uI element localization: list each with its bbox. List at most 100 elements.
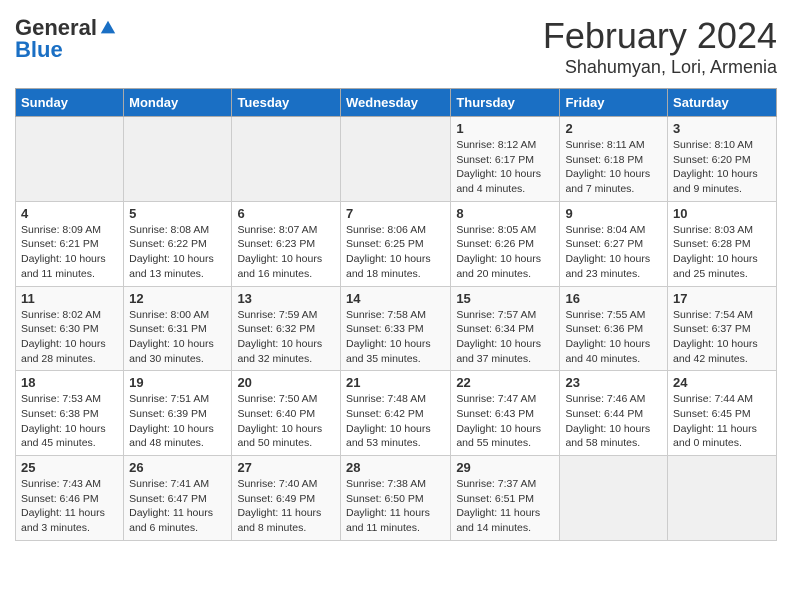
calendar-cell: 23 Sunrise: 7:46 AMSunset: 6:44 PMDayligh… — [560, 371, 668, 456]
day-info: Sunrise: 8:03 AMSunset: 6:28 PMDaylight:… — [673, 223, 771, 282]
calendar-cell: 21 Sunrise: 7:48 AMSunset: 6:42 PMDayligh… — [340, 371, 450, 456]
day-of-week-header: Friday — [560, 89, 668, 117]
calendar-week-row: 4 Sunrise: 8:09 AMSunset: 6:21 PMDaylight… — [16, 201, 777, 286]
day-number: 7 — [346, 206, 445, 221]
calendar-cell: 29 Sunrise: 7:37 AMSunset: 6:51 PMDayligh… — [451, 456, 560, 541]
calendar-cell: 5 Sunrise: 8:08 AMSunset: 6:22 PMDaylight… — [124, 201, 232, 286]
day-number: 29 — [456, 460, 554, 475]
day-info: Sunrise: 7:59 AMSunset: 6:32 PMDaylight:… — [237, 308, 335, 367]
logo-blue-text: Blue — [15, 37, 63, 63]
calendar-cell: 3 Sunrise: 8:10 AMSunset: 6:20 PMDaylight… — [668, 117, 777, 202]
calendar-cell: 11 Sunrise: 8:02 AMSunset: 6:30 PMDayligh… — [16, 286, 124, 371]
title-area: February 2024 Shahumyan, Lori, Armenia — [543, 15, 777, 78]
day-info: Sunrise: 8:09 AMSunset: 6:21 PMDaylight:… — [21, 223, 118, 282]
day-of-week-header: Sunday — [16, 89, 124, 117]
day-of-week-header: Wednesday — [340, 89, 450, 117]
calendar-cell: 8Sunrise: 8:05 AMSunset: 6:26 PMDaylight… — [451, 201, 560, 286]
day-number: 15 — [456, 291, 554, 306]
calendar-week-row: 11 Sunrise: 8:02 AMSunset: 6:30 PMDayligh… — [16, 286, 777, 371]
day-of-week-header: Thursday — [451, 89, 560, 117]
day-number: 9 — [565, 206, 662, 221]
day-info: Sunrise: 7:46 AMSunset: 6:44 PMDaylight:… — [565, 392, 662, 451]
day-info: Sunrise: 8:11 AMSunset: 6:18 PMDaylight:… — [565, 138, 662, 197]
day-number: 24 — [673, 375, 771, 390]
calendar-cell — [560, 456, 668, 541]
logo: General Blue — [15, 15, 117, 63]
day-number: 22 — [456, 375, 554, 390]
day-info: Sunrise: 7:37 AMSunset: 6:51 PMDaylight:… — [456, 477, 554, 536]
calendar-week-row: 1 Sunrise: 8:12 AMSunset: 6:17 PMDaylight… — [16, 117, 777, 202]
day-number: 5 — [129, 206, 226, 221]
day-number: 12 — [129, 291, 226, 306]
day-number: 11 — [21, 291, 118, 306]
day-number: 14 — [346, 291, 445, 306]
day-info: Sunrise: 7:51 AMSunset: 6:39 PMDaylight:… — [129, 392, 226, 451]
calendar-cell: 17 Sunrise: 7:54 AMSunset: 6:37 PMDayligh… — [668, 286, 777, 371]
day-number: 4 — [21, 206, 118, 221]
header: General Blue February 2024 Shahumyan, Lo… — [15, 15, 777, 78]
calendar-cell: 26 Sunrise: 7:41 AMSunset: 6:47 PMDayligh… — [124, 456, 232, 541]
calendar-cell: 13 Sunrise: 7:59 AMSunset: 6:32 PMDayligh… — [232, 286, 341, 371]
day-number: 18 — [21, 375, 118, 390]
day-info: Sunrise: 7:47 AMSunset: 6:43 PMDaylight:… — [456, 392, 554, 451]
day-number: 27 — [237, 460, 335, 475]
calendar-cell — [668, 456, 777, 541]
day-number: 6 — [237, 206, 335, 221]
day-of-week-header: Monday — [124, 89, 232, 117]
calendar-cell: 19 Sunrise: 7:51 AMSunset: 6:39 PMDayligh… — [124, 371, 232, 456]
day-number: 2 — [565, 121, 662, 136]
day-info: Sunrise: 8:10 AMSunset: 6:20 PMDaylight:… — [673, 138, 771, 197]
day-number: 21 — [346, 375, 445, 390]
calendar-cell — [124, 117, 232, 202]
calendar-cell — [340, 117, 450, 202]
day-of-week-header: Saturday — [668, 89, 777, 117]
calendar-cell: 7Sunrise: 8:06 AMSunset: 6:25 PMDaylight… — [340, 201, 450, 286]
day-info: Sunrise: 7:38 AMSunset: 6:50 PMDaylight:… — [346, 477, 445, 536]
calendar-week-row: 18 Sunrise: 7:53 AMSunset: 6:38 PMDayligh… — [16, 371, 777, 456]
calendar-cell: 4 Sunrise: 8:09 AMSunset: 6:21 PMDaylight… — [16, 201, 124, 286]
day-number: 26 — [129, 460, 226, 475]
day-info: Sunrise: 8:00 AMSunset: 6:31 PMDaylight:… — [129, 308, 226, 367]
location-title: Shahumyan, Lori, Armenia — [543, 57, 777, 78]
calendar-cell: 15 Sunrise: 7:57 AMSunset: 6:34 PMDayligh… — [451, 286, 560, 371]
calendar-cell: 20 Sunrise: 7:50 AMSunset: 6:40 PMDayligh… — [232, 371, 341, 456]
day-number: 20 — [237, 375, 335, 390]
day-info: Sunrise: 8:08 AMSunset: 6:22 PMDaylight:… — [129, 223, 226, 282]
day-info: Sunrise: 7:54 AMSunset: 6:37 PMDaylight:… — [673, 308, 771, 367]
day-number: 3 — [673, 121, 771, 136]
calendar-cell — [232, 117, 341, 202]
day-number: 13 — [237, 291, 335, 306]
day-info: Sunrise: 7:53 AMSunset: 6:38 PMDaylight:… — [21, 392, 118, 451]
calendar-cell: 14Sunrise: 7:58 AMSunset: 6:33 PMDayligh… — [340, 286, 450, 371]
calendar-cell: 16 Sunrise: 7:55 AMSunset: 6:36 PMDayligh… — [560, 286, 668, 371]
calendar-cell: 2 Sunrise: 8:11 AMSunset: 6:18 PMDaylight… — [560, 117, 668, 202]
day-info: Sunrise: 8:07 AMSunset: 6:23 PMDaylight:… — [237, 223, 335, 282]
day-info: Sunrise: 7:50 AMSunset: 6:40 PMDaylight:… — [237, 392, 335, 451]
calendar-cell: 12 Sunrise: 8:00 AMSunset: 6:31 PMDayligh… — [124, 286, 232, 371]
day-info: Sunrise: 7:57 AMSunset: 6:34 PMDaylight:… — [456, 308, 554, 367]
day-number: 8 — [456, 206, 554, 221]
day-info: Sunrise: 7:48 AMSunset: 6:42 PMDaylight:… — [346, 392, 445, 451]
calendar-cell: 10 Sunrise: 8:03 AMSunset: 6:28 PMDayligh… — [668, 201, 777, 286]
day-number: 23 — [565, 375, 662, 390]
calendar-cell: 28Sunrise: 7:38 AMSunset: 6:50 PMDayligh… — [340, 456, 450, 541]
calendar-week-row: 25 Sunrise: 7:43 AMSunset: 6:46 PMDayligh… — [16, 456, 777, 541]
day-number: 10 — [673, 206, 771, 221]
day-info: Sunrise: 7:40 AMSunset: 6:49 PMDaylight:… — [237, 477, 335, 536]
day-number: 17 — [673, 291, 771, 306]
day-info: Sunrise: 7:43 AMSunset: 6:46 PMDaylight:… — [21, 477, 118, 536]
day-number: 1 — [456, 121, 554, 136]
day-of-week-header: Tuesday — [232, 89, 341, 117]
day-number: 16 — [565, 291, 662, 306]
day-info: Sunrise: 7:41 AMSunset: 6:47 PMDaylight:… — [129, 477, 226, 536]
day-info: Sunrise: 8:12 AMSunset: 6:17 PMDaylight:… — [456, 138, 554, 197]
calendar-cell: 1 Sunrise: 8:12 AMSunset: 6:17 PMDaylight… — [451, 117, 560, 202]
day-info: Sunrise: 7:55 AMSunset: 6:36 PMDaylight:… — [565, 308, 662, 367]
calendar-cell: 6 Sunrise: 8:07 AMSunset: 6:23 PMDaylight… — [232, 201, 341, 286]
day-number: 19 — [129, 375, 226, 390]
day-info: Sunrise: 8:02 AMSunset: 6:30 PMDaylight:… — [21, 308, 118, 367]
calendar-cell: 9 Sunrise: 8:04 AMSunset: 6:27 PMDaylight… — [560, 201, 668, 286]
day-number: 25 — [21, 460, 118, 475]
day-info: Sunrise: 8:04 AMSunset: 6:27 PMDaylight:… — [565, 223, 662, 282]
calendar-cell: 18 Sunrise: 7:53 AMSunset: 6:38 PMDayligh… — [16, 371, 124, 456]
